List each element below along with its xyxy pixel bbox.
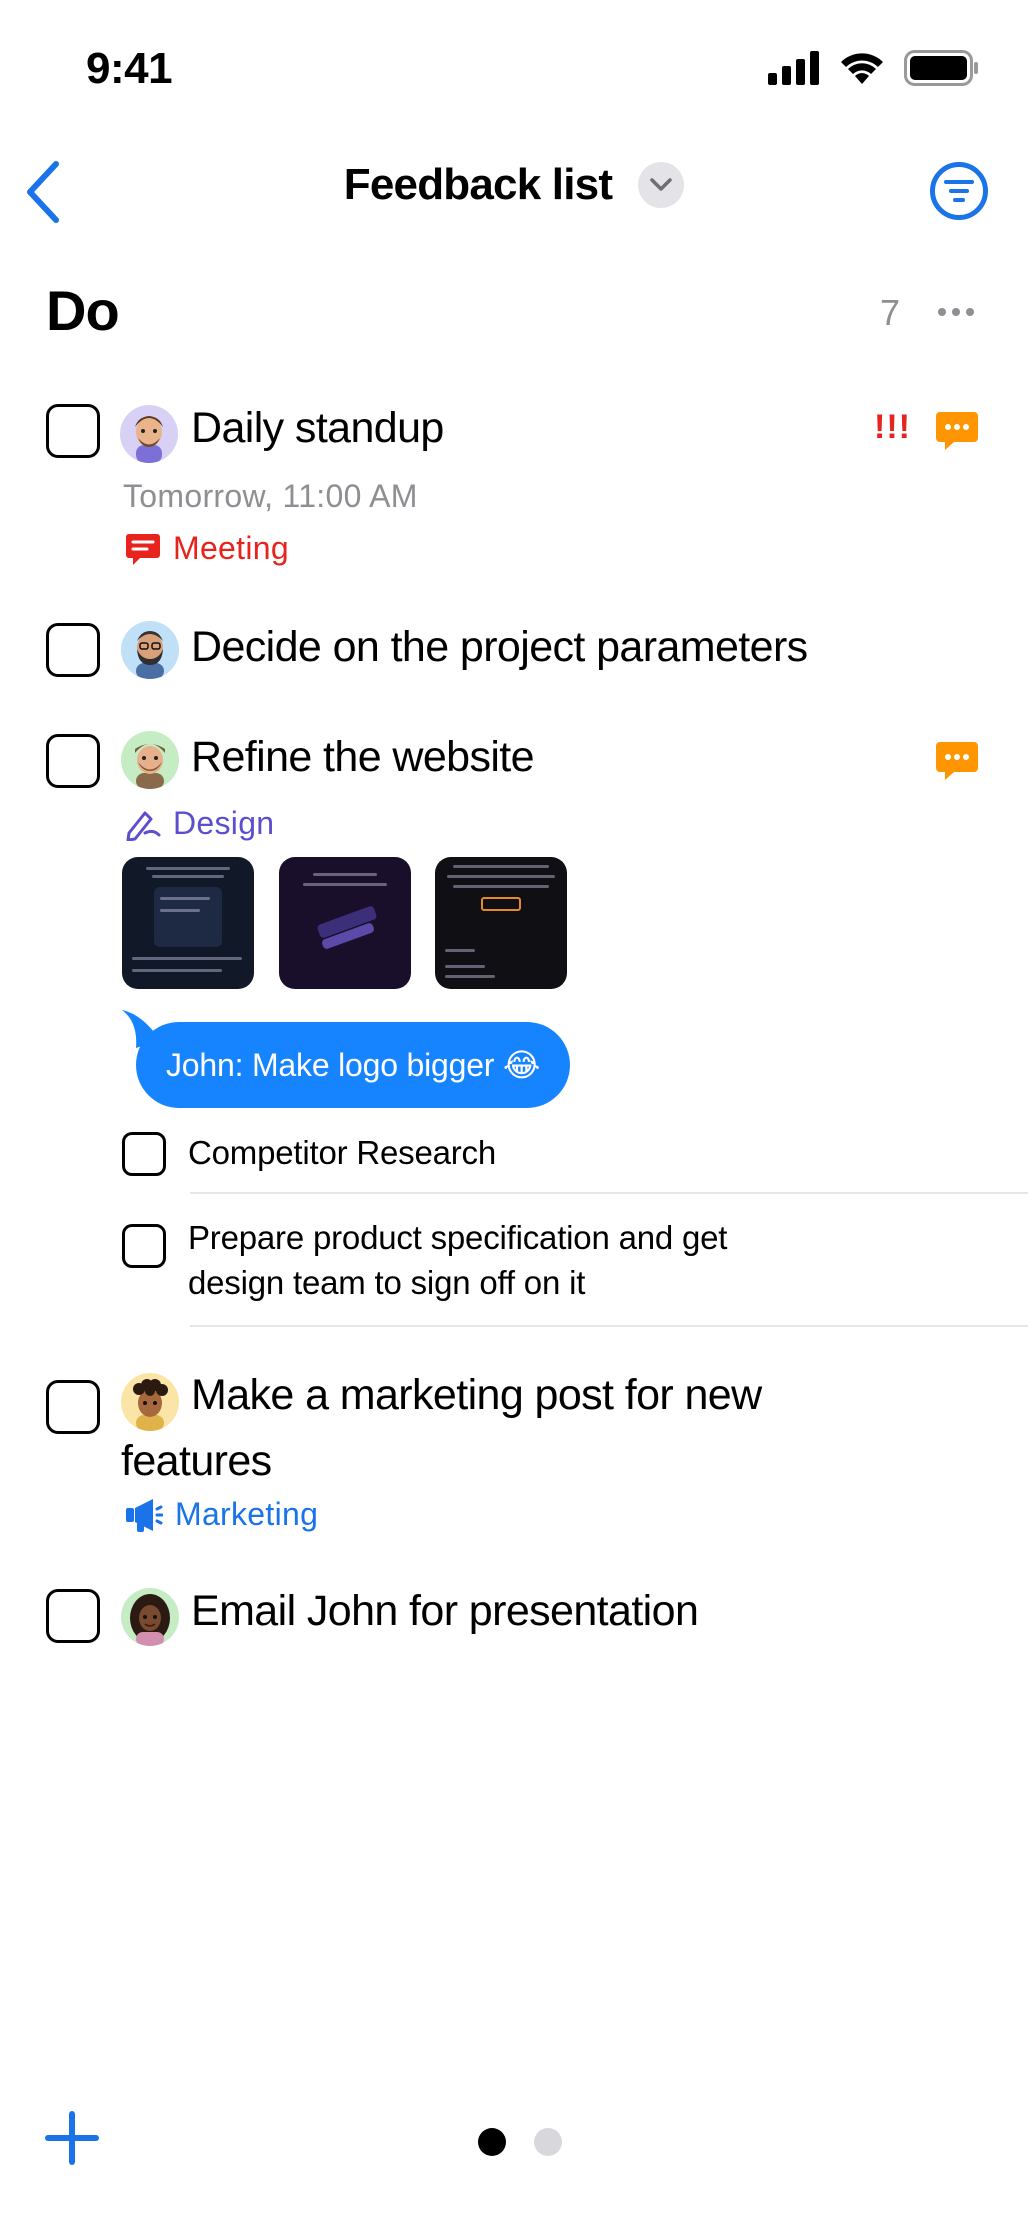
subtask-title-line: design team to sign off on it bbox=[188, 1263, 586, 1301]
chevron-down-icon bbox=[650, 178, 672, 191]
megaphone-icon bbox=[126, 1498, 163, 1532]
divider bbox=[190, 1325, 1028, 1327]
subtask-title[interactable]: Competitor Research bbox=[188, 1131, 496, 1176]
tag-marketing[interactable]: Marketing bbox=[125, 1496, 318, 1533]
tag-design[interactable]: Design bbox=[125, 805, 274, 842]
tag-label: Meeting bbox=[173, 530, 289, 566]
avatar bbox=[121, 1588, 179, 1646]
comments-badge[interactable] bbox=[934, 408, 980, 454]
priority-indicator: !!! bbox=[874, 408, 911, 446]
task-checkbox[interactable] bbox=[46, 1589, 100, 1643]
attachment-thumbnail[interactable] bbox=[279, 857, 411, 989]
plus-icon bbox=[45, 2111, 99, 2165]
comment-bubble-icon bbox=[936, 412, 978, 450]
avatar bbox=[121, 1373, 179, 1431]
list-switcher[interactable]: Feedback list bbox=[0, 160, 1028, 210]
memoji-man-cap-icon bbox=[135, 744, 165, 789]
battery-icon bbox=[904, 50, 978, 86]
task-title[interactable]: Refine the website bbox=[191, 733, 535, 782]
memoji-woman-curly-icon bbox=[130, 1594, 170, 1646]
divider bbox=[190, 1192, 1028, 1194]
page-indicator[interactable] bbox=[478, 2128, 562, 2156]
cellular-signal-icon bbox=[768, 51, 819, 85]
chat-icon bbox=[126, 533, 160, 565]
comment-bubble-icon bbox=[936, 742, 978, 780]
wifi-icon bbox=[841, 53, 883, 84]
subtask-checkbox[interactable] bbox=[122, 1132, 166, 1176]
subtask-title-line: Prepare product specification and get bbox=[188, 1219, 728, 1256]
section-count: 7 bbox=[880, 292, 901, 333]
filter-button[interactable] bbox=[930, 162, 988, 220]
list-dropdown-button[interactable] bbox=[638, 162, 685, 208]
filter-icon bbox=[944, 180, 974, 202]
task-title-continued[interactable]: features bbox=[121, 1437, 272, 1486]
task-checkbox[interactable] bbox=[46, 404, 100, 458]
attachment-thumbnail[interactable] bbox=[435, 857, 567, 989]
task-checkbox[interactable] bbox=[46, 734, 100, 788]
task-due-date: Tomorrow, 11:00 AM bbox=[123, 478, 418, 514]
subtask-title[interactable]: Prepare product specification and get de… bbox=[188, 1216, 727, 1305]
status-icons bbox=[768, 50, 980, 86]
tag-label: Design bbox=[173, 805, 275, 841]
nav-bar: Feedback list bbox=[0, 150, 1028, 240]
task-title[interactable]: Decide on the project parameters bbox=[191, 623, 808, 672]
comment-bubble[interactable]: John: Make logo bigger 😂 bbox=[136, 1022, 571, 1108]
tag-label: Marketing bbox=[175, 1496, 319, 1532]
page-title: Feedback list bbox=[343, 160, 613, 209]
page-dot[interactable] bbox=[534, 2128, 562, 2156]
task-title[interactable]: Make a marketing post for new bbox=[191, 1371, 762, 1420]
avatar bbox=[121, 621, 179, 679]
avatar bbox=[120, 405, 178, 463]
attachment-thumbnail[interactable] bbox=[122, 857, 254, 989]
memoji-curly-hair-icon bbox=[133, 1379, 168, 1431]
memoji-man-beard-icon bbox=[136, 631, 164, 679]
task-checkbox[interactable] bbox=[46, 1380, 100, 1434]
ellipsis-icon bbox=[938, 308, 946, 316]
subtask-checkbox[interactable] bbox=[122, 1224, 166, 1268]
comments-badge[interactable] bbox=[934, 738, 980, 784]
page-dot-active[interactable] bbox=[478, 2128, 506, 2156]
task-title[interactable]: Daily standup bbox=[191, 404, 444, 453]
section-title: Do bbox=[46, 279, 120, 342]
add-task-button[interactable] bbox=[44, 2110, 100, 2166]
avatar bbox=[121, 731, 179, 789]
pen-icon bbox=[126, 811, 161, 841]
memoji-man-glasses-icon bbox=[135, 416, 163, 463]
task-title[interactable]: Email John for presentation bbox=[191, 1587, 699, 1636]
status-time: 9:41 bbox=[86, 44, 173, 93]
more-options-button[interactable] bbox=[938, 308, 974, 316]
status-bar: 9:41 bbox=[0, 0, 1028, 140]
tag-meeting[interactable]: Meeting bbox=[125, 530, 289, 567]
task-checkbox[interactable] bbox=[46, 623, 100, 677]
